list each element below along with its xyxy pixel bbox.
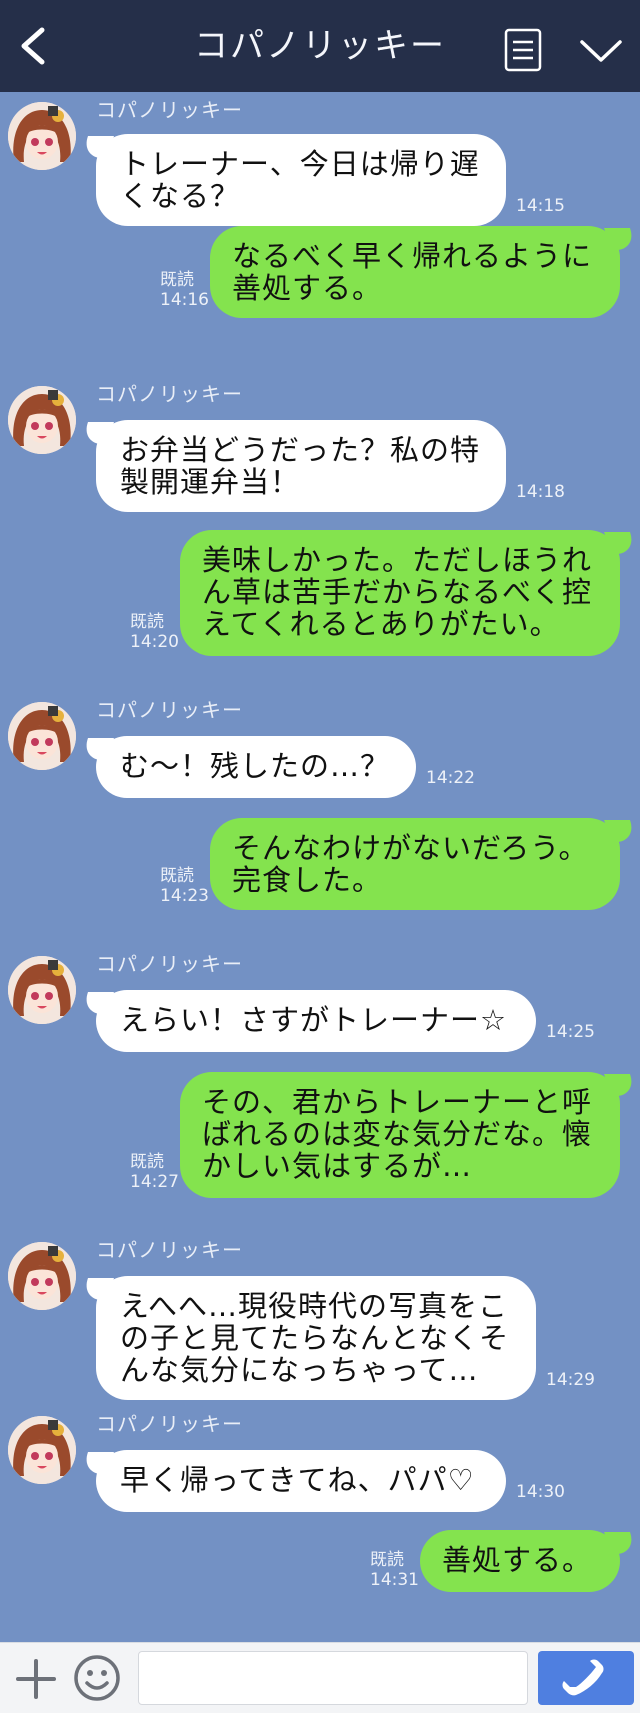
message-bubble-incoming[interactable]: お弁当どうだった？私の特製開運弁当！ bbox=[96, 420, 506, 512]
message-meta: 既読 14:27 bbox=[130, 1152, 179, 1192]
avatar-portrait-icon bbox=[8, 956, 76, 1024]
read-status: 既読 bbox=[160, 270, 194, 290]
message-time: 14:23 bbox=[160, 886, 209, 906]
read-status: 既読 bbox=[130, 612, 164, 632]
message-time: 14:22 bbox=[426, 768, 475, 788]
composer-bar bbox=[0, 1642, 640, 1713]
read-status: 既読 bbox=[370, 1550, 404, 1570]
message-text: そんなわけがないだろう。完食した。 bbox=[232, 831, 589, 897]
message-time: 14:30 bbox=[516, 1482, 565, 1502]
message-text: お弁当どうだった？私の特製開運弁当！ bbox=[120, 433, 481, 499]
message-text: む〜！残したの…？ bbox=[120, 749, 391, 783]
message-bubble-outgoing[interactable]: そんなわけがないだろう。完食した。 bbox=[210, 818, 620, 910]
message-input[interactable] bbox=[138, 1651, 528, 1705]
avatar-portrait-icon bbox=[8, 386, 76, 454]
sender-name: コパノリッキー bbox=[96, 382, 243, 406]
message-bubble-outgoing[interactable]: なるべく早く帰れるように善処する。 bbox=[210, 226, 620, 318]
message-text: 善処する。 bbox=[442, 1543, 593, 1577]
message-time: 14:31 bbox=[370, 1570, 419, 1590]
message-bubble-incoming[interactable]: えらい！さすがトレーナー☆ bbox=[96, 990, 536, 1052]
avatar[interactable] bbox=[8, 386, 76, 454]
phone-icon bbox=[562, 1659, 604, 1696]
avatar-portrait-icon bbox=[8, 1416, 76, 1484]
read-status: 既読 bbox=[160, 866, 194, 886]
sender-name: コパノリッキー bbox=[96, 98, 243, 122]
message-text: トレーナー、今日は帰り遅くなる？ bbox=[120, 147, 480, 213]
avatar[interactable] bbox=[8, 102, 76, 170]
avatar-portrait-icon bbox=[8, 1242, 76, 1310]
smile-icon[interactable] bbox=[72, 1653, 122, 1703]
message-bubble-outgoing[interactable]: 美味しかった。ただしほうれん草は苦手だからなるべく控えてくれるとありがたい。 bbox=[180, 530, 620, 656]
message-time: 14:27 bbox=[130, 1172, 179, 1192]
avatar[interactable] bbox=[8, 1416, 76, 1484]
message-text: えへへ…現役時代の写真をこの子と見てたらなんとなくそんな気分になっちゃって… bbox=[120, 1289, 510, 1387]
message-bubble-outgoing[interactable]: 善処する。 bbox=[420, 1530, 620, 1592]
message-time: 14:25 bbox=[546, 1022, 595, 1042]
message-bubble-incoming[interactable]: む〜！残したの…？ bbox=[96, 736, 416, 798]
message-text: その、君からトレーナーと呼ばれるのは変な気分だな。懐かしい気はするが… bbox=[202, 1085, 593, 1183]
message-meta: 既読 14:16 bbox=[160, 270, 209, 310]
message-list[interactable]: コパノリッキー トレーナー、今日は帰り遅くなる？ 14:15 既読 14:16 … bbox=[0, 92, 640, 1642]
message-text: 早く帰ってきてね、パパ♡ bbox=[120, 1463, 475, 1497]
message-meta: 既読 14:23 bbox=[160, 866, 209, 906]
message-text: なるべく早く帰れるように善処する。 bbox=[232, 239, 593, 305]
message-meta: 既読 14:31 bbox=[370, 1550, 419, 1590]
avatar-portrait-icon bbox=[8, 102, 76, 170]
chevron-down-icon[interactable] bbox=[576, 30, 626, 70]
sender-name: コパノリッキー bbox=[96, 952, 243, 976]
message-meta: 既読 14:20 bbox=[130, 612, 179, 652]
chat-header: コパノリッキー bbox=[0, 0, 640, 92]
message-time: 14:15 bbox=[516, 196, 565, 216]
avatar-portrait-icon bbox=[8, 702, 76, 770]
sender-name: コパノリッキー bbox=[96, 698, 243, 722]
avatar[interactable] bbox=[8, 1242, 76, 1310]
avatar[interactable] bbox=[8, 956, 76, 1024]
call-button[interactable] bbox=[538, 1651, 634, 1705]
sender-name: コパノリッキー bbox=[96, 1238, 243, 1262]
chat-title: コパノリッキー bbox=[194, 26, 446, 66]
avatar[interactable] bbox=[8, 702, 76, 770]
message-time: 14:16 bbox=[160, 290, 209, 310]
message-time: 14:29 bbox=[546, 1370, 595, 1390]
message-bubble-incoming[interactable]: 早く帰ってきてね、パパ♡ bbox=[96, 1450, 506, 1512]
message-text: 美味しかった。ただしほうれん草は苦手だからなるべく控えてくれるとありがたい。 bbox=[202, 543, 593, 641]
menu-icon[interactable] bbox=[504, 28, 542, 72]
message-text: えらい！さすがトレーナー☆ bbox=[120, 1003, 507, 1037]
message-bubble-outgoing[interactable]: その、君からトレーナーと呼ばれるのは変な気分だな。懐かしい気はするが… bbox=[180, 1072, 620, 1198]
message-time: 14:18 bbox=[516, 482, 565, 502]
message-bubble-incoming[interactable]: トレーナー、今日は帰り遅くなる？ bbox=[96, 134, 506, 226]
message-bubble-incoming[interactable]: えへへ…現役時代の写真をこの子と見てたらなんとなくそんな気分になっちゃって… bbox=[96, 1276, 536, 1400]
sender-name: コパノリッキー bbox=[96, 1412, 243, 1436]
read-status: 既読 bbox=[130, 1152, 164, 1172]
message-time: 14:20 bbox=[130, 632, 179, 652]
plus-icon[interactable] bbox=[14, 1657, 58, 1701]
